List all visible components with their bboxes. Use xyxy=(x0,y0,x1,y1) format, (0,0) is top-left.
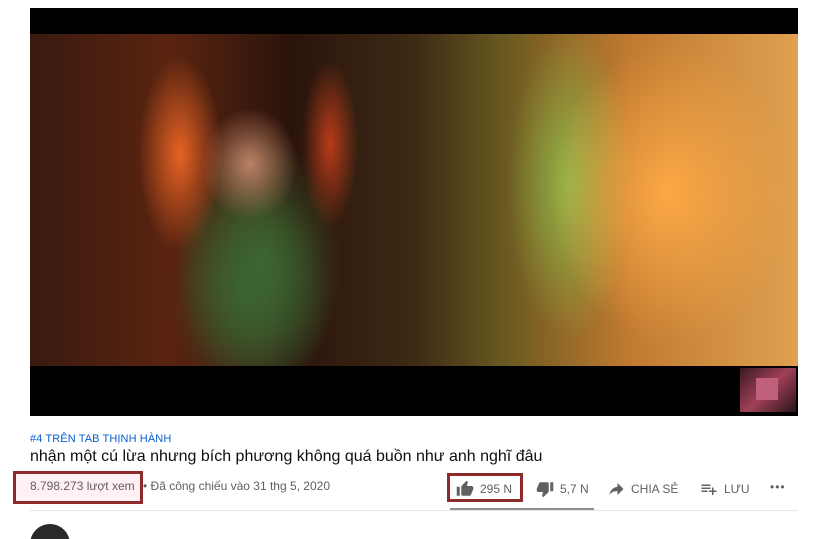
save-label: LƯU xyxy=(724,482,750,496)
like-button[interactable]: 295 N xyxy=(456,480,512,498)
share-button[interactable]: CHIA SẺ xyxy=(607,480,678,498)
save-button[interactable]: LƯU xyxy=(700,480,750,498)
dislike-count: 5,7 N xyxy=(560,482,589,496)
trending-tag-link[interactable]: #4 TRÊN TAB THỊNH HÀNH xyxy=(30,433,171,445)
dislike-button[interactable]: 5,7 N xyxy=(536,480,589,498)
letterbox-top xyxy=(30,8,798,34)
letterbox-bottom xyxy=(30,366,798,416)
channel-watermark xyxy=(740,368,796,412)
channel-avatar[interactable] xyxy=(30,524,70,539)
thumbs-up-icon xyxy=(456,480,474,498)
video-subject xyxy=(150,94,350,394)
video-frame xyxy=(30,34,798,394)
share-label: CHIA SẺ xyxy=(631,482,679,496)
video-player[interactable] xyxy=(30,8,798,416)
like-count: 295 N xyxy=(480,482,513,496)
share-arrow-icon xyxy=(607,480,625,498)
more-actions-button[interactable]: ••• xyxy=(770,480,786,494)
video-title: nhận một cú lừa nhưng bích phương không … xyxy=(30,448,543,465)
playlist-add-icon xyxy=(700,480,718,498)
view-count: 8.798.273 lượt xem xyxy=(30,479,135,493)
more-horizontal-icon: ••• xyxy=(770,480,786,494)
thumbs-down-icon xyxy=(536,480,554,498)
premiere-date: • Đã công chiếu vào 31 thg 5, 2020 xyxy=(143,479,331,493)
divider xyxy=(30,510,798,511)
